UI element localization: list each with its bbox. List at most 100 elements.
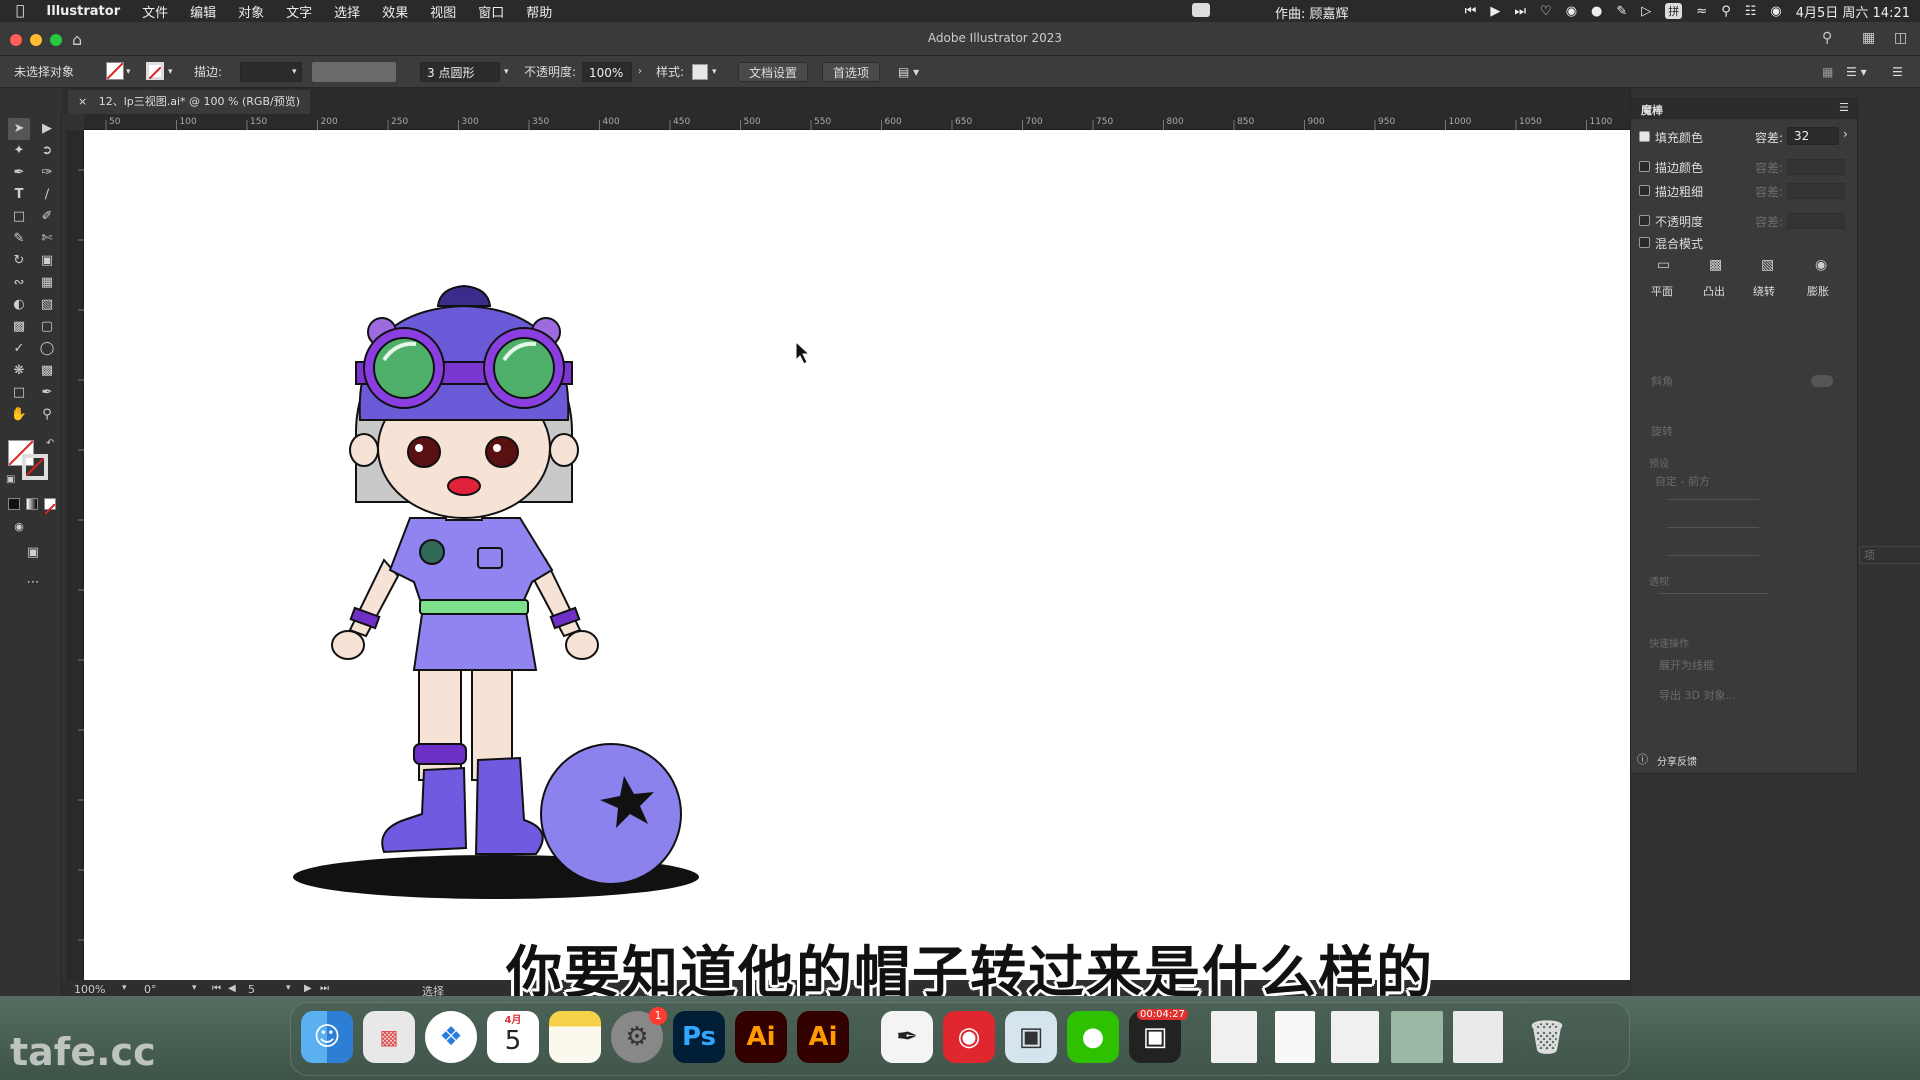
default-colors-icon[interactable]: ▣ — [6, 474, 15, 485]
scissors-tool-icon[interactable]: ✄ — [36, 228, 58, 250]
revolve-shape-icon[interactable]: ▧ — [1761, 257, 1774, 273]
menu-select[interactable]: 选择 — [323, 2, 371, 21]
blend-tool-icon[interactable]: ◯ — [36, 338, 58, 360]
zoom-tool-icon[interactable]: ⚲ — [36, 404, 58, 426]
perspective-grid-tool-icon[interactable]: ▧ — [36, 294, 58, 316]
panel-menu-icon[interactable]: ☰ ▾ — [1846, 62, 1867, 82]
wechat-tray-icon[interactable]: ● — [1591, 4, 1602, 19]
menu-type[interactable]: 文字 — [275, 2, 323, 21]
trash-icon[interactable]: 🗑 — [1521, 1011, 1573, 1063]
menu-view[interactable]: 视图 — [419, 2, 467, 21]
menu-window[interactable]: 窗口 — [467, 2, 515, 21]
calendar-icon[interactable]: 4月 5 — [487, 1011, 539, 1063]
plane-shape-icon[interactable]: ▭ — [1657, 257, 1670, 273]
screen-mode-icon[interactable]: ▣ — [22, 542, 44, 564]
color-mode-icon[interactable] — [8, 498, 20, 510]
fill-color-checkbox[interactable] — [1639, 131, 1650, 142]
input-method-icon[interactable]: 拼 — [1665, 3, 1683, 19]
first-artboard-icon[interactable]: ⏮ — [212, 983, 221, 994]
menu-edit[interactable]: 编辑 — [179, 2, 227, 21]
warp-tool-icon[interactable]: ∾ — [8, 272, 30, 294]
inflate-shape-icon[interactable]: ◉ — [1815, 257, 1827, 273]
stroke-weight-checkbox[interactable] — [1639, 185, 1650, 196]
notes-icon[interactable] — [549, 1011, 601, 1063]
previous-track-icon[interactable]: ⏮ — [1465, 4, 1477, 19]
swap-colors-icon[interactable]: ↶ — [46, 438, 54, 449]
variable-width-profile[interactable] — [312, 62, 396, 82]
none-mode-icon[interactable] — [44, 498, 56, 515]
next-track-icon[interactable]: ⏭ — [1514, 4, 1526, 19]
menu-object[interactable]: 对象 — [227, 2, 275, 21]
rotation-dropdown-icon[interactable]: ▾ — [192, 983, 197, 993]
apple-menu-icon[interactable]:  — [0, 3, 35, 19]
revolve-shape-label[interactable]: 绕转 — [1753, 283, 1775, 299]
illustrator-2-icon[interactable]: Ai — [797, 1011, 849, 1063]
export-3d-button[interactable]: 导出 3D 对象... — [1659, 687, 1736, 703]
extrude-shape-icon[interactable]: ▩ — [1709, 257, 1722, 273]
brush-definition[interactable]: 3 点圆形 — [420, 62, 500, 82]
search-help-icon[interactable]: ⚲ — [1822, 30, 1832, 46]
safari-icon[interactable]: ❖ — [425, 1011, 477, 1063]
gradient-tool-icon[interactable]: ▢ — [36, 316, 58, 338]
panel-toggle-icon[interactable]: ◫ — [1894, 30, 1907, 46]
share-feedback-link[interactable]: 分享反馈 — [1657, 753, 1697, 768]
clock-text[interactable]: 4月5日 周六 14:21 — [1796, 2, 1910, 21]
finder-icon[interactable]: ☺ — [301, 1011, 353, 1063]
slice-tool-icon[interactable]: ✒ — [36, 382, 58, 404]
zoom-dropdown-icon[interactable]: ▾ — [122, 983, 127, 993]
document-thumbnail-1[interactable] — [1211, 1011, 1257, 1063]
app-menu[interactable]: Illustrator — [35, 4, 131, 19]
pencil-tool-icon[interactable]: ✎ — [8, 228, 30, 250]
z-rotation-slider[interactable] — [1667, 555, 1759, 556]
inflate-shape-label[interactable]: 膨胀 — [1807, 283, 1829, 299]
bevel-section-label[interactable]: 斜角 — [1651, 373, 1673, 389]
eyedropper-tool-icon[interactable]: ✓ — [8, 338, 30, 360]
close-tab-icon[interactable]: × — [78, 95, 87, 108]
siri-icon[interactable]: ◉ — [1770, 4, 1781, 19]
opacity-checkbox[interactable] — [1639, 215, 1650, 226]
rotation-value[interactable]: 0° — [144, 983, 157, 996]
stroke-color-checkbox[interactable] — [1639, 161, 1650, 172]
scale-tool-icon[interactable]: ▣ — [36, 250, 58, 272]
x-rotation-slider[interactable] — [1667, 499, 1759, 500]
perspective-slider[interactable] — [1659, 593, 1769, 594]
preferences-button[interactable]: 首选项 — [822, 62, 881, 82]
workspace-switcher-icon[interactable]: ▦ — [1862, 30, 1875, 46]
magic-wand-tool-icon[interactable]: ✦ — [8, 140, 30, 162]
document-thumbnail-3[interactable] — [1331, 1011, 1379, 1063]
tolerance-field[interactable]: 32 — [1787, 127, 1839, 145]
blend-mode-checkbox[interactable] — [1639, 237, 1650, 248]
style-swatch[interactable] — [692, 64, 708, 80]
selection-tool-icon[interactable]: ➤ — [8, 118, 30, 140]
gradient-mode-icon[interactable] — [26, 498, 38, 510]
align-options-icon[interactable]: ▤ ▾ — [898, 62, 919, 82]
tolerance-arrow-icon[interactable]: › — [1843, 127, 1848, 141]
line-tool-icon[interactable]: ∕ — [36, 184, 58, 206]
artboard-number[interactable]: 5 — [248, 983, 255, 996]
extrude-shape-label[interactable]: 凸出 — [1703, 283, 1725, 299]
stroke-weight-dropdown-icon[interactable]: ▾ — [292, 62, 297, 82]
document-thumbnail-2[interactable] — [1275, 1011, 1315, 1063]
pen-app-icon[interactable]: ✒ — [881, 1011, 933, 1063]
camera-icon[interactable] — [1192, 3, 1210, 17]
paintbrush-tool-icon[interactable]: ✐ — [36, 206, 58, 228]
artboard[interactable] — [84, 130, 1630, 980]
panel-menu-icon[interactable]: ☰ — [1839, 101, 1849, 114]
more-tools-icon[interactable]: ⋯ — [22, 572, 44, 594]
prev-artboard-icon[interactable]: ◀ — [228, 983, 236, 994]
preview-icon[interactable]: ▣ — [1005, 1011, 1057, 1063]
partial-panel-button[interactable]: 项 — [1859, 546, 1920, 564]
netease-music-icon[interactable]: ◉ — [943, 1011, 995, 1063]
stroke-color-well[interactable] — [22, 454, 48, 480]
symbol-sprayer-tool-icon[interactable]: ❋ — [8, 360, 30, 382]
document-thumbnail-5[interactable] — [1453, 1011, 1503, 1063]
stroke-swatch[interactable] — [146, 62, 164, 80]
plane-shape-label[interactable]: 平面 — [1651, 283, 1673, 299]
opacity-arrow-icon[interactable]: › — [638, 62, 642, 82]
preset-dropdown[interactable]: 自定 - 前方 — [1655, 473, 1710, 489]
zoom-level[interactable]: 100% — [74, 983, 105, 996]
wifi-icon[interactable]: ≈ — [1696, 4, 1707, 19]
launchpad-icon[interactable]: ▩ — [363, 1011, 415, 1063]
brush-dropdown-icon[interactable]: ▾ — [504, 62, 509, 82]
menu-file[interactable]: 文件 — [131, 2, 179, 21]
